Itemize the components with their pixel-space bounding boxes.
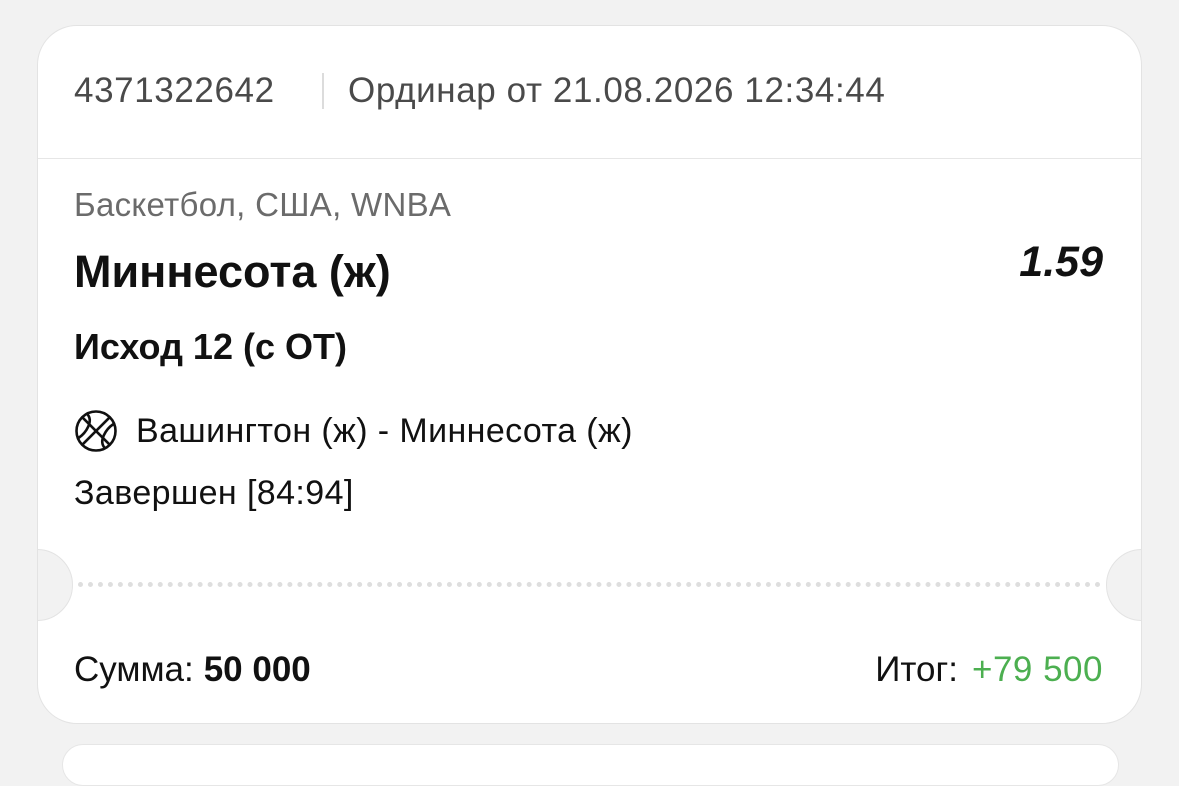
bet-ticket-card[interactable]: 4371322642 Ординар от 21.08.2026 12:34:4… (37, 25, 1142, 724)
ticket-id: 4371322642 (74, 71, 275, 110)
stake-value: 50 000 (203, 650, 311, 689)
ticket-footer: Сумма: 50 000 Итог: +79 500 (74, 648, 1103, 692)
stake-label: Сумма: (74, 650, 194, 689)
result-label: Итог: (875, 650, 958, 689)
dotted-separator (78, 582, 1101, 587)
next-ticket-card[interactable] (62, 744, 1119, 786)
ticket-notch-right (1106, 549, 1141, 621)
basketball-icon (75, 410, 117, 452)
ticket-header: 4371322642 Ординар от 21.08.2026 12:34:4… (38, 26, 1141, 159)
stake-block: Сумма: 50 000 (74, 650, 311, 690)
ticket-notch-left (38, 549, 73, 621)
bet-outcome: Исход 12 (с ОТ) (74, 326, 347, 367)
pick-team: Миннесота (ж) (74, 246, 391, 297)
match-row[interactable]: Вашингтон (ж) - Миннесота (ж) (74, 409, 633, 453)
bet-type-date: Ординар от 21.08.2026 12:34:44 (348, 71, 886, 110)
header-divider (322, 73, 324, 109)
match-status: Завершен [84:94] (74, 474, 354, 512)
result-block: Итог: +79 500 (875, 650, 1103, 690)
odds-value: 1.59 (1019, 238, 1103, 286)
match-name: Вашингтон (ж) - Миннесота (ж) (136, 411, 633, 450)
result-value: +79 500 (972, 650, 1103, 689)
event-category: Баскетбол, США, WNBA (74, 186, 452, 223)
